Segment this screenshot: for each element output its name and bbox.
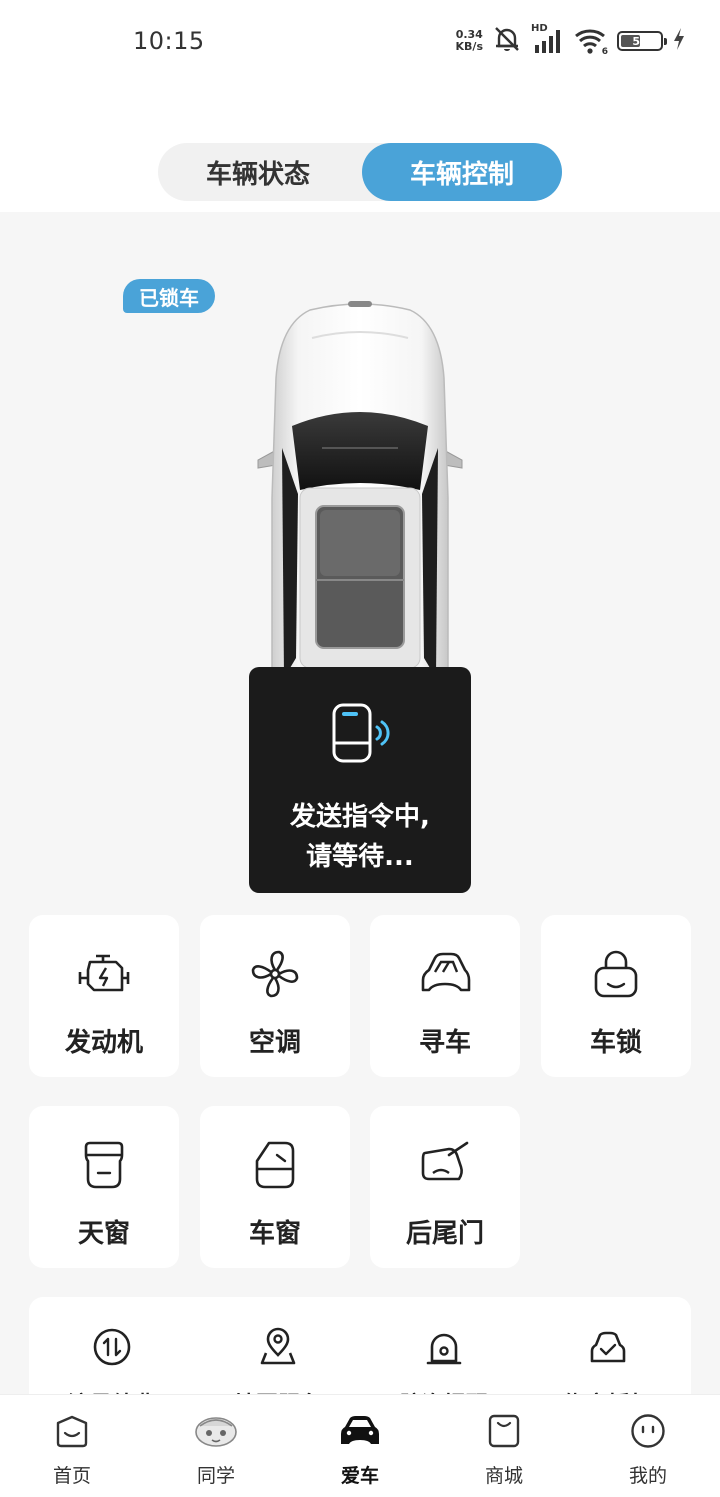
net-speed-unit: KB/s bbox=[455, 40, 483, 53]
signal-icon: HD bbox=[531, 23, 565, 55]
tailgate-label: 后尾门 bbox=[405, 1219, 484, 1249]
nav-my-car[interactable]: 爱车 bbox=[310, 1411, 410, 1488]
sunroof-label: 天窗 bbox=[77, 1219, 130, 1249]
nav-shop-label: 商城 bbox=[484, 1465, 523, 1487]
ac-control-button[interactable]: 空调 bbox=[200, 915, 350, 1077]
header: 车辆状态 车辆控制 bbox=[0, 68, 720, 212]
tab-vehicle-status[interactable]: 车辆状态 bbox=[158, 143, 358, 201]
car-icon bbox=[339, 1411, 381, 1451]
profile-icon bbox=[630, 1411, 666, 1451]
nav-my-car-label: 爱车 bbox=[340, 1465, 379, 1487]
lock-status-badge: 已锁车 bbox=[123, 279, 215, 313]
tab-switcher: 车辆状态 车辆控制 bbox=[158, 143, 562, 201]
nav-home-label: 首页 bbox=[52, 1465, 91, 1487]
nav-classmates[interactable]: 同学 bbox=[166, 1411, 266, 1488]
fan-icon bbox=[249, 948, 301, 1000]
nav-profile[interactable]: 我的 bbox=[598, 1411, 698, 1488]
window-icon bbox=[253, 1139, 297, 1191]
net-speed: 0.34 KB/s bbox=[456, 29, 483, 53]
battery-level: 55 bbox=[632, 34, 648, 48]
home-icon bbox=[54, 1411, 90, 1451]
engine-label: 发动机 bbox=[64, 1028, 143, 1058]
data-transfer-icon bbox=[92, 1327, 132, 1371]
battery-icon: 55 bbox=[617, 31, 667, 51]
sending-command-toast: 发送指令中, 请等待... bbox=[249, 667, 471, 893]
wifi-badge: 6 bbox=[601, 47, 608, 57]
status-time: 10:15 bbox=[133, 27, 205, 55]
nav-classmates-label: 同学 bbox=[196, 1465, 235, 1487]
engine-icon bbox=[76, 948, 132, 1000]
nav-shop[interactable]: 商城 bbox=[454, 1411, 554, 1488]
shop-icon bbox=[487, 1411, 521, 1451]
window-label: 车窗 bbox=[248, 1219, 301, 1249]
phone-signal-icon bbox=[330, 703, 390, 769]
window-control-button[interactable]: 车窗 bbox=[200, 1106, 350, 1268]
car-top-view-image bbox=[257, 301, 463, 718]
wifi-icon: 6 bbox=[574, 27, 608, 57]
find-car-label: 寻车 bbox=[418, 1028, 471, 1058]
find-car-button[interactable]: 寻车 bbox=[370, 915, 520, 1077]
ac-label: 空调 bbox=[248, 1028, 301, 1058]
lock-icon bbox=[592, 948, 640, 1000]
classmates-icon bbox=[194, 1411, 238, 1451]
bottom-navigation: 首页 同学 爱车 商城 我的 bbox=[0, 1395, 720, 1497]
status-bar: 10:15 0.34 KB/s HD 6 55 bbox=[0, 0, 720, 68]
charging-icon bbox=[672, 27, 686, 55]
tailgate-control-button[interactable]: 后尾门 bbox=[370, 1106, 520, 1268]
nav-profile-label: 我的 bbox=[628, 1465, 667, 1487]
tailgate-icon bbox=[419, 1139, 471, 1191]
find-car-icon bbox=[417, 948, 473, 1000]
mute-icon bbox=[492, 26, 522, 56]
toast-message: 发送指令中, 请等待... bbox=[290, 802, 430, 872]
car-lock-button[interactable]: 车锁 bbox=[541, 915, 691, 1077]
car-authorize-icon bbox=[588, 1327, 628, 1371]
nav-home[interactable]: 首页 bbox=[22, 1411, 122, 1488]
sunroof-icon bbox=[82, 1139, 126, 1191]
map-pin-icon bbox=[258, 1327, 298, 1371]
engine-control-button[interactable]: 发动机 bbox=[29, 915, 179, 1077]
alarm-icon bbox=[424, 1327, 464, 1371]
tab-vehicle-control[interactable]: 车辆控制 bbox=[362, 143, 562, 201]
status-icons: 0.34 KB/s HD 6 55 bbox=[456, 23, 686, 58]
car-lock-label: 车锁 bbox=[589, 1028, 642, 1058]
sunroof-control-button[interactable]: 天窗 bbox=[29, 1106, 179, 1268]
screen: { "status_bar": { "time": "10:15", "net_… bbox=[0, 0, 720, 1497]
